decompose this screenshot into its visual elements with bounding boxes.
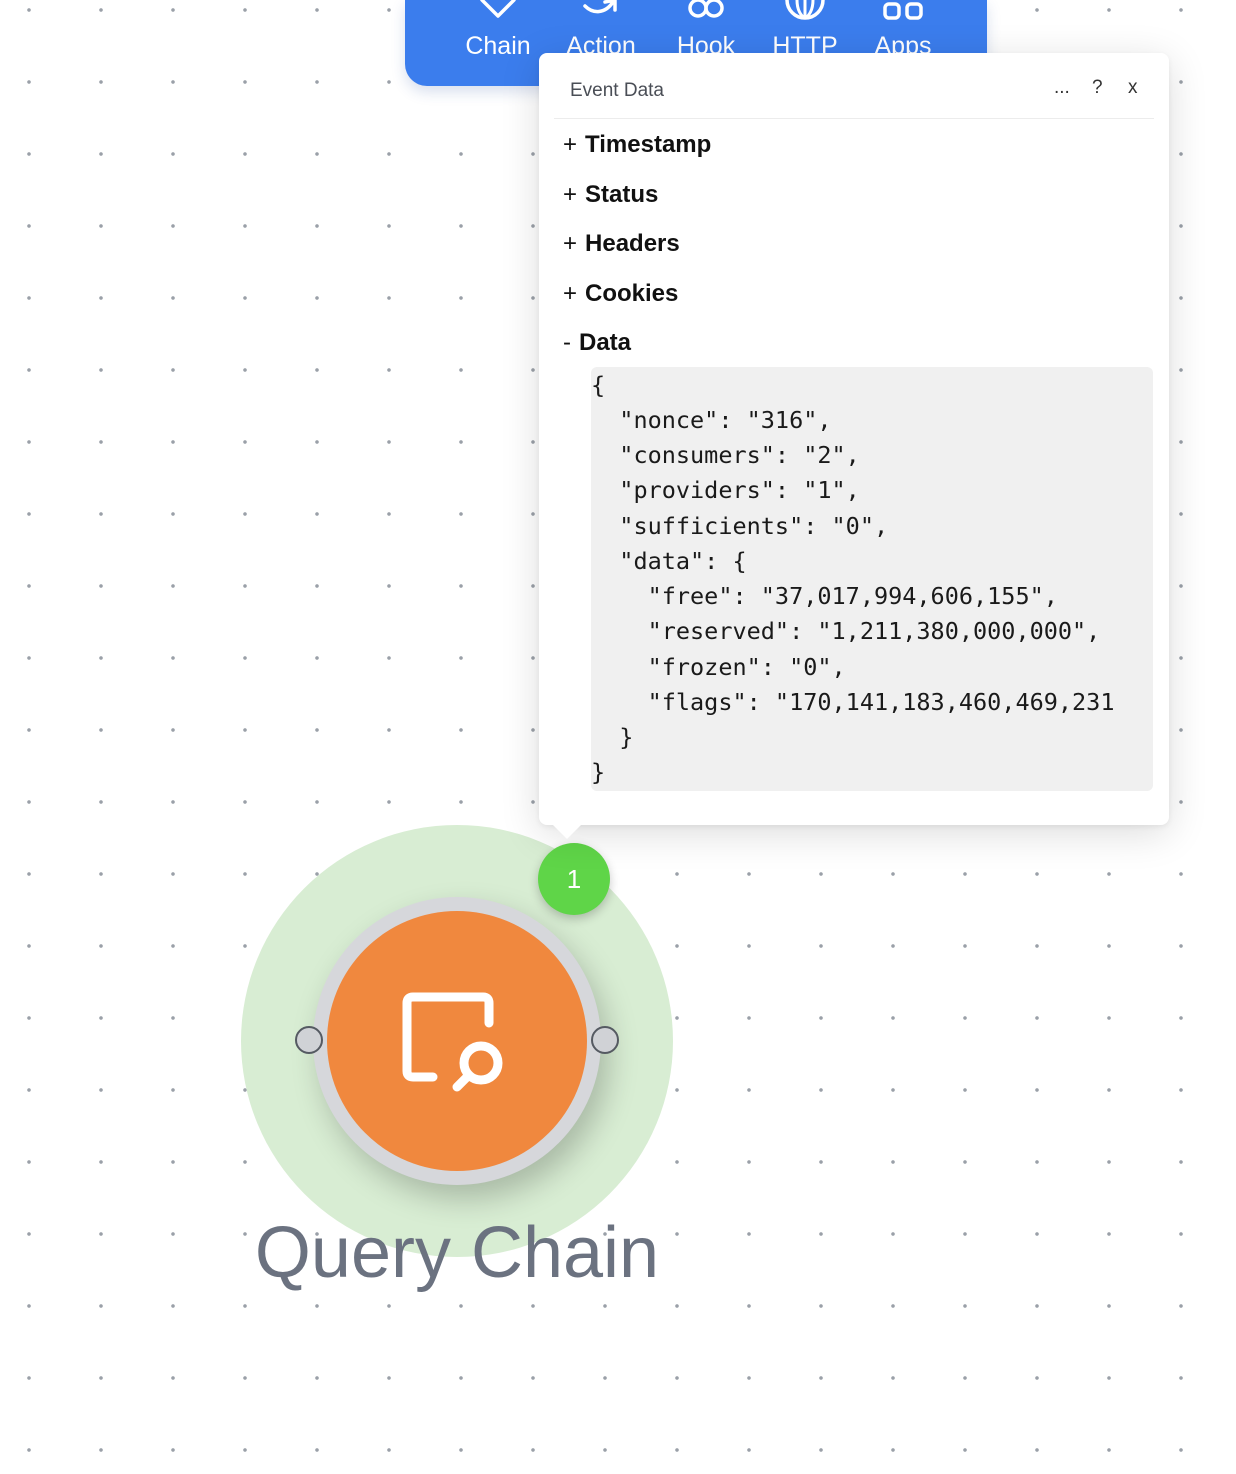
code-line: "nonce": "316",	[591, 406, 832, 434]
section-headers-toggle[interactable]: + Headers	[563, 230, 680, 258]
node-input-handle[interactable]	[295, 1026, 323, 1054]
expand-icon: +	[563, 131, 578, 158]
section-cookies-toggle[interactable]: + Cookies	[563, 280, 678, 308]
expand-icon: +	[563, 280, 578, 307]
section-label: Timestamp	[585, 131, 712, 158]
code-line: }	[591, 723, 634, 751]
code-line: "sufficients": "0",	[591, 512, 889, 540]
code-line: "free": "37,017,994,606,155",	[591, 582, 1058, 610]
node-output-handle[interactable]	[591, 1026, 619, 1054]
code-line: "frozen": "0",	[591, 653, 846, 681]
section-label: Cookies	[585, 280, 679, 307]
section-data-toggle[interactable]: - Data	[563, 329, 631, 357]
expand-icon: +	[563, 181, 578, 208]
code-line: }	[591, 758, 606, 786]
section-label: Headers	[585, 230, 680, 257]
popover-header: Event Data ... ? x	[554, 53, 1154, 119]
section-status-toggle[interactable]: + Status	[563, 181, 658, 209]
collapse-icon: -	[563, 329, 571, 356]
toolbar-chain-button[interactable]: Chain	[448, 0, 548, 86]
more-options-button[interactable]: ...	[1054, 77, 1070, 99]
action-icon	[583, 0, 617, 14]
code-line: "providers": "1",	[591, 476, 860, 504]
code-line: "data": {	[591, 547, 747, 575]
toolbar-chain-label: Chain	[465, 32, 531, 60]
section-label: Data	[579, 329, 632, 356]
popover-pointer	[553, 825, 581, 839]
section-label: Status	[585, 181, 659, 208]
data-json-viewer: { "nonce": "316", "consumers": "2", "pro…	[591, 367, 1153, 791]
node-title: Query Chain	[254, 1213, 660, 1293]
popover-title: Event Data	[570, 80, 664, 101]
close-button[interactable]: x	[1128, 77, 1138, 99]
event-count-badge[interactable]: 1	[538, 843, 610, 915]
query-search-icon	[402, 992, 503, 1092]
section-timestamp-toggle[interactable]: + Timestamp	[563, 131, 711, 159]
event-data-popover: Event Data ... ? x + Timestamp + Status + H…	[539, 53, 1169, 839]
hook-icon	[688, 0, 724, 18]
apps-icon	[883, 2, 923, 20]
code-line: "flags": "170,141,183,460,469,231	[591, 688, 1115, 716]
chain-icon	[480, 0, 516, 18]
expand-icon: +	[563, 230, 578, 257]
code-line: "reserved": "1,211,380,000,000",	[591, 617, 1101, 645]
globe-icon	[785, 0, 825, 20]
help-button[interactable]: ?	[1092, 77, 1103, 99]
code-line: "consumers": "2",	[591, 441, 860, 469]
code-line: {	[591, 371, 606, 399]
